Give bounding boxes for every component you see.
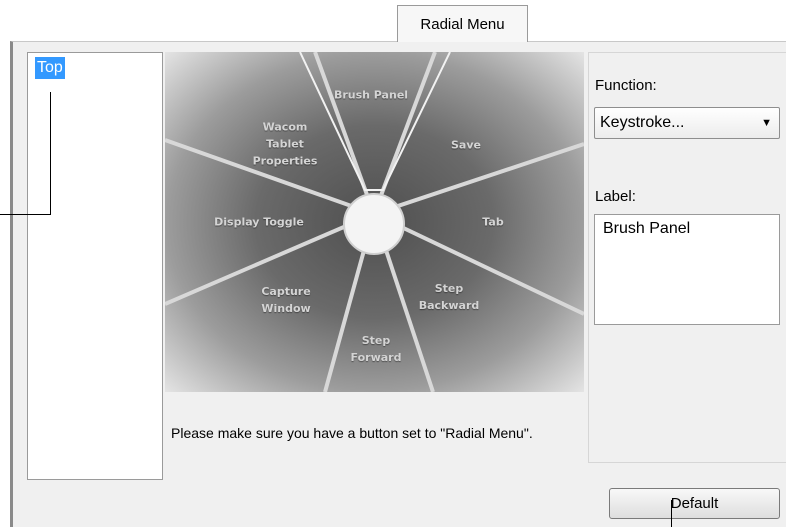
function-value: Keystroke... <box>600 114 685 131</box>
dropdown-arrow-icon[interactable]: ▼ <box>761 117 772 129</box>
callout-line <box>50 92 51 215</box>
slice-bottom-left-label[interactable]: Capture Window <box>261 283 310 317</box>
slice-bottom-label[interactable]: Step Forward <box>351 332 402 366</box>
tab-radial-menu[interactable]: Radial Menu <box>397 5 528 42</box>
tree-item-top[interactable]: Top <box>35 57 65 79</box>
default-button[interactable]: Default <box>609 488 780 519</box>
function-label: Function: <box>595 77 657 94</box>
slice-right-label[interactable]: Tab <box>482 214 503 231</box>
menu-tree[interactable]: Top <box>27 52 163 480</box>
slice-bottom-right-label[interactable]: Step Backward <box>419 280 480 314</box>
function-select[interactable]: Keystroke... ▼ <box>594 107 780 139</box>
slice-top-left-label[interactable]: Wacom Tablet Properties <box>253 119 318 170</box>
slice-left-label[interactable]: Display Toggle <box>214 214 304 231</box>
callout-line <box>671 500 672 527</box>
label-input[interactable]: Brush Panel <box>594 214 780 325</box>
slice-top-label[interactable]: Brush Panel <box>334 87 408 104</box>
slice-top-right-label[interactable]: Save <box>451 137 481 154</box>
radial-center <box>343 193 405 255</box>
label-field-label: Label: <box>595 188 636 205</box>
callout-line <box>0 214 51 215</box>
instruction-text: Please make sure you have a button set t… <box>171 425 533 441</box>
radial-menu-preview[interactable]: Brush Panel Save Tab Step Backward Step … <box>165 52 584 392</box>
